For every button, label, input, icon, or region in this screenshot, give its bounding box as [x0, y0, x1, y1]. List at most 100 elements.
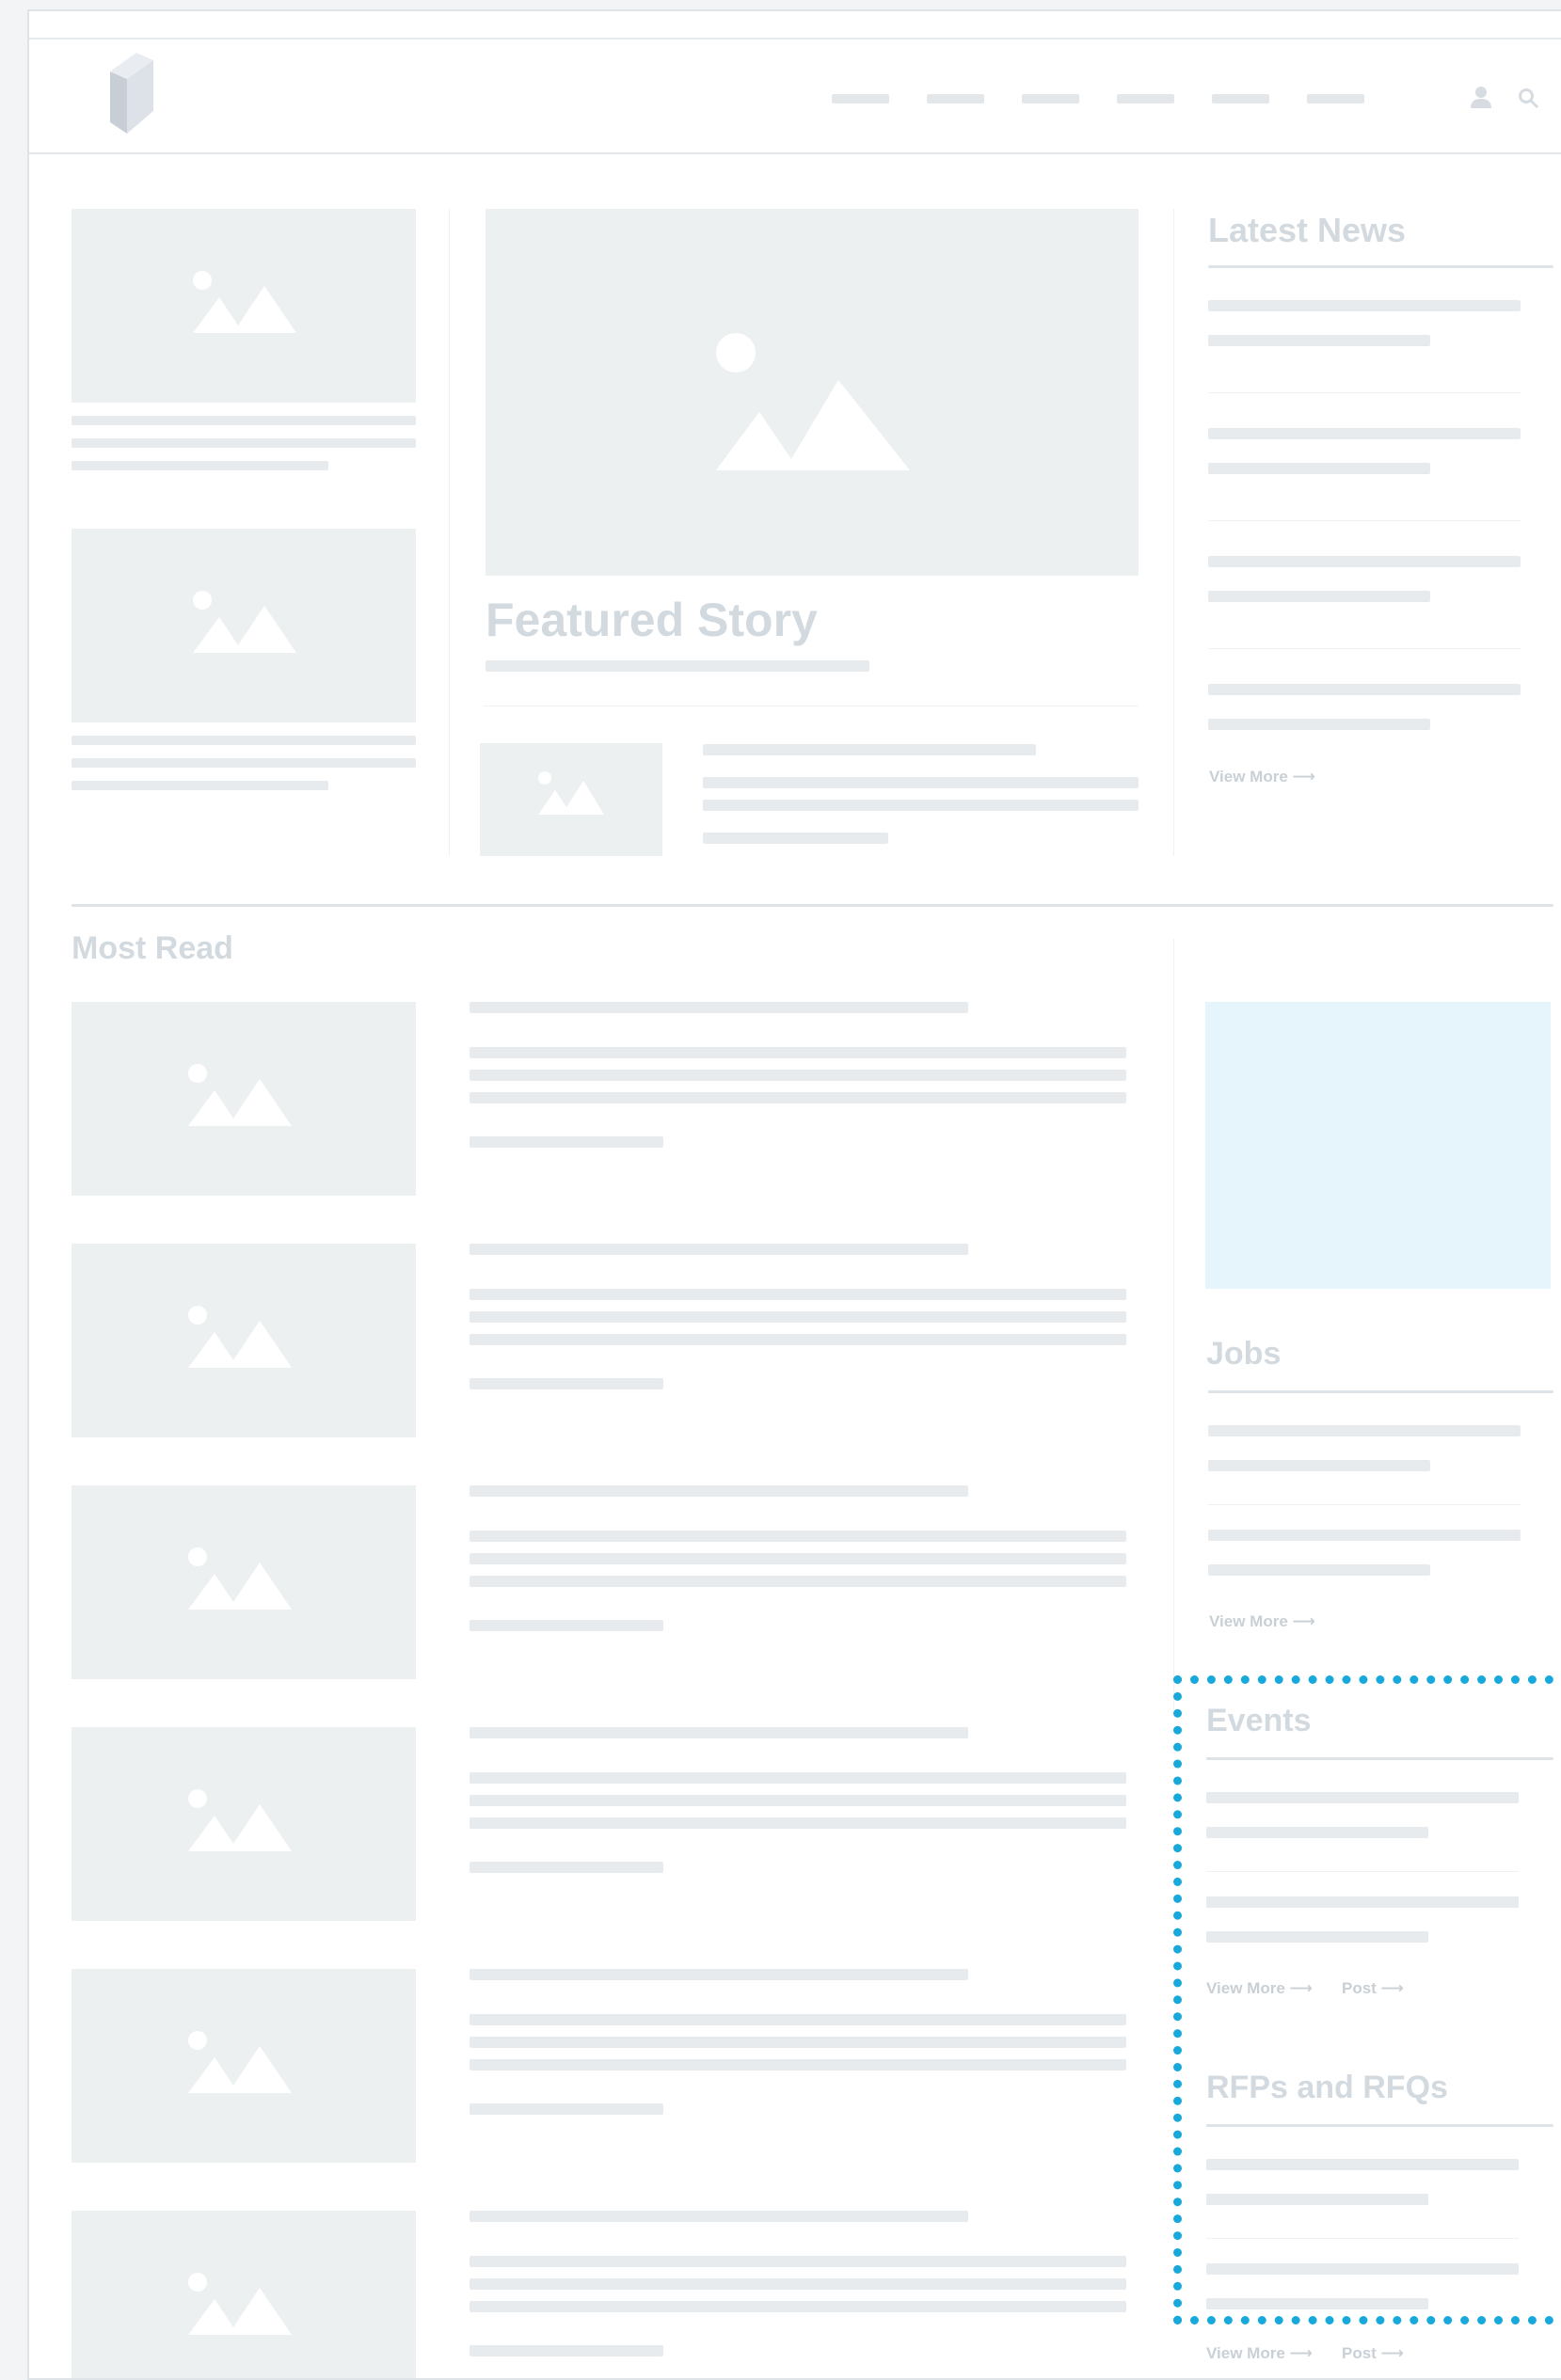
- item-image[interactable]: [72, 1727, 416, 1921]
- item-image[interactable]: [72, 1002, 416, 1196]
- story-image[interactable]: [72, 209, 416, 403]
- image-placeholder-icon: [193, 271, 296, 333]
- events-title[interactable]: Events: [1206, 1703, 1312, 1739]
- section-divider: [72, 904, 1553, 907]
- text-line: [470, 1070, 1126, 1081]
- text-line: [470, 2278, 1126, 2290]
- section-underline: [1206, 2124, 1553, 2127]
- text-line: [72, 736, 416, 745]
- text-line: [703, 833, 888, 844]
- nav-item[interactable]: [1307, 94, 1364, 103]
- section-underline: [1208, 1390, 1553, 1393]
- divider: [1208, 520, 1521, 521]
- text-line: [1208, 1564, 1430, 1576]
- text-line: [470, 1795, 1126, 1806]
- user-icon[interactable]: [1469, 85, 1493, 109]
- text-line: [470, 1817, 1126, 1829]
- text-line: [470, 2103, 663, 2115]
- divider: [1206, 1871, 1519, 1872]
- column-divider: [1173, 939, 1174, 1710]
- text-line: [1206, 1896, 1519, 1908]
- text-line: [1206, 2263, 1519, 2275]
- text-line: [470, 1485, 968, 1497]
- text-line: [470, 1244, 968, 1255]
- text-line: [470, 2345, 663, 2356]
- image-placeholder-icon: [188, 1547, 292, 1610]
- nav-item[interactable]: [1117, 94, 1174, 103]
- text-line: [1208, 591, 1430, 602]
- most-read-title[interactable]: Most Read: [72, 930, 233, 967]
- text-line: [470, 1576, 1126, 1587]
- story-image[interactable]: [72, 529, 416, 722]
- text-line: [1206, 2194, 1428, 2205]
- featured-image[interactable]: [486, 209, 1139, 576]
- text-line: [1208, 335, 1430, 346]
- text-line: [1208, 1530, 1521, 1541]
- featured-sub-image[interactable]: [480, 743, 662, 856]
- text-line: [470, 2037, 1126, 2048]
- text-line: [470, 1553, 1126, 1564]
- text-line: [72, 438, 416, 448]
- item-image[interactable]: [72, 1485, 416, 1679]
- text-line: [1208, 1460, 1430, 1471]
- text-line: [470, 1311, 1126, 1323]
- divider: [1208, 1504, 1521, 1505]
- text-line: [1208, 1425, 1521, 1436]
- nav-item[interactable]: [832, 94, 889, 103]
- text-line: [1208, 719, 1430, 730]
- text-line: [470, 1334, 1126, 1345]
- nav-item[interactable]: [1022, 94, 1079, 103]
- text-line: [470, 1727, 968, 1738]
- nav-item[interactable]: [927, 94, 984, 103]
- text-line: [1208, 556, 1521, 567]
- image-placeholder-icon: [188, 2031, 292, 2093]
- text-line: [470, 2301, 1126, 2312]
- text-line: [1208, 428, 1521, 439]
- header-top-line: [29, 38, 1561, 40]
- jobs-view-more-link[interactable]: View More ⟶: [1209, 1612, 1315, 1631]
- item-image[interactable]: [72, 1969, 416, 2163]
- text-line: [1208, 300, 1521, 311]
- latest-news-title[interactable]: Latest News: [1208, 211, 1406, 250]
- image-placeholder-icon: [716, 333, 910, 470]
- divider: [1208, 648, 1521, 649]
- column-divider: [1173, 209, 1174, 856]
- text-line: [470, 2014, 1126, 2025]
- divider: [1206, 2238, 1519, 2239]
- image-placeholder-icon: [188, 1789, 292, 1851]
- text-line: [470, 2256, 1126, 2267]
- text-line: [703, 800, 1139, 811]
- text-line: [72, 781, 328, 790]
- text-line: [470, 1047, 1126, 1058]
- rfps-post-link[interactable]: Post ⟶: [1342, 2344, 1404, 2363]
- events-view-more-link[interactable]: View More ⟶: [1206, 1979, 1313, 1998]
- featured-title[interactable]: Featured Story: [486, 593, 818, 647]
- text-line: [1206, 1792, 1519, 1803]
- text-line: [470, 1772, 1126, 1784]
- nav-item[interactable]: [1212, 94, 1269, 103]
- image-placeholder-icon: [538, 771, 604, 815]
- image-placeholder-icon: [188, 1064, 292, 1126]
- item-image[interactable]: [72, 2211, 416, 2378]
- section-underline: [1206, 1757, 1553, 1760]
- column-divider: [449, 209, 450, 856]
- search-icon[interactable]: [1517, 87, 1539, 109]
- text-line: [72, 416, 416, 425]
- text-line: [1206, 2159, 1519, 2170]
- featured-subtitle-line: [486, 660, 869, 672]
- latest-news-view-more-link[interactable]: View More ⟶: [1209, 768, 1315, 786]
- advertisement-box[interactable]: [1205, 1002, 1551, 1289]
- item-image[interactable]: [72, 1244, 416, 1437]
- text-line: [470, 1092, 1126, 1103]
- events-post-link[interactable]: Post ⟶: [1342, 1979, 1404, 1998]
- logo-icon[interactable]: [110, 53, 153, 134]
- text-line: [470, 1620, 663, 1631]
- rfps-view-more-link[interactable]: View More ⟶: [1206, 2344, 1313, 2363]
- text-line: [1206, 1827, 1428, 1838]
- text-line: [470, 1969, 968, 1980]
- rfps-title[interactable]: RFPs and RFQs: [1206, 2070, 1448, 2106]
- text-line: [703, 744, 1036, 755]
- text-line: [470, 1289, 1126, 1300]
- jobs-title[interactable]: Jobs: [1206, 1336, 1281, 1372]
- divider: [1208, 392, 1521, 393]
